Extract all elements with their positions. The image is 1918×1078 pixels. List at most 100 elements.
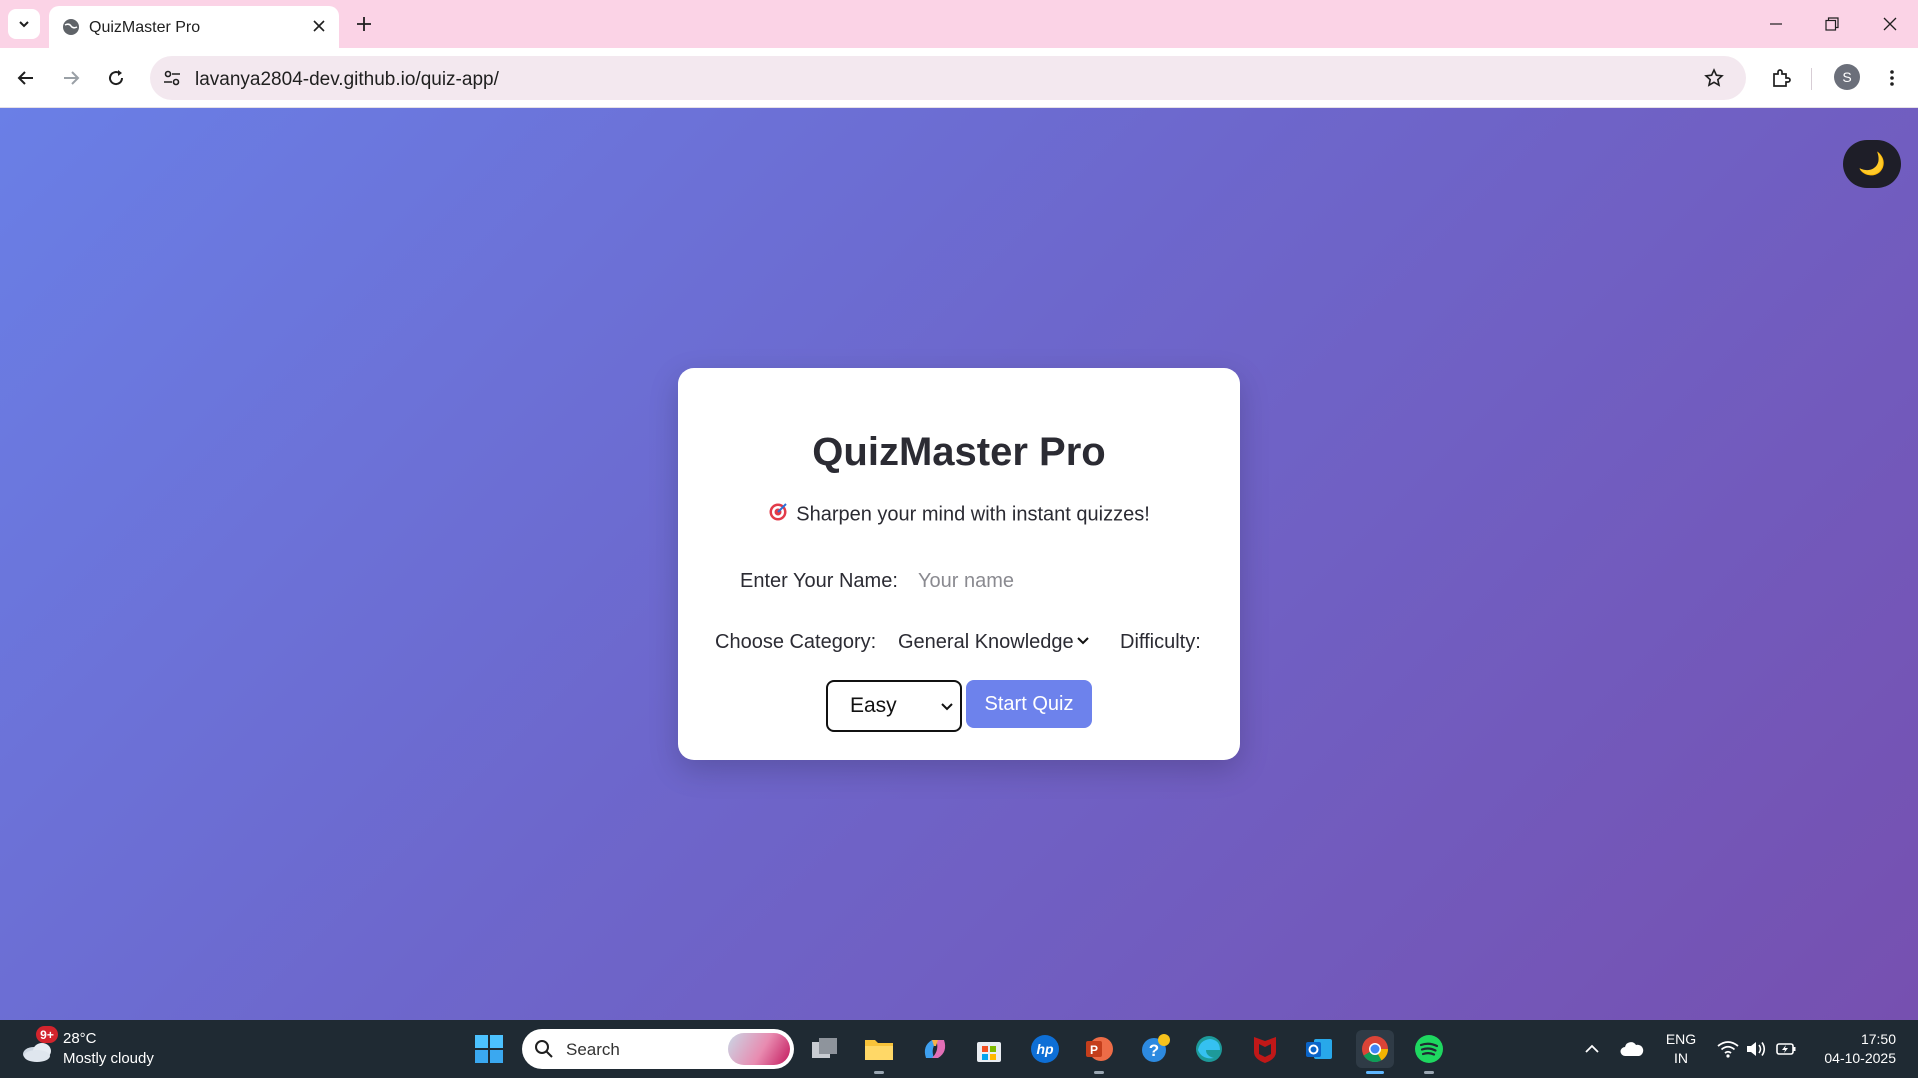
wifi-icon <box>1717 1041 1739 1058</box>
speaker-icon <box>1747 1042 1766 1056</box>
quiz-page: 🌙 QuizMaster Pro Sharpen your mind with … <box>0 108 1918 1020</box>
difficulty-select[interactable]: Easy <box>826 680 962 732</box>
browser-menu-button[interactable] <box>1876 62 1908 94</box>
region-code: IN <box>1674 1050 1688 1066</box>
arrow-right-icon <box>64 71 80 85</box>
onedrive-button[interactable] <box>1620 1037 1644 1061</box>
category-select[interactable]: General Knowledge <box>898 620 1098 664</box>
start-quiz-button[interactable]: Start Quiz <box>966 680 1092 728</box>
quiz-setup-card: QuizMaster Pro Sharpen your mind with in… <box>678 368 1240 760</box>
weather-alert-badge: 9+ <box>36 1026 58 1043</box>
chrome-icon <box>1362 1036 1389 1063</box>
tagline-text: Sharpen your mind with instant quizzes! <box>796 503 1150 526</box>
forward-button[interactable] <box>55 62 87 94</box>
hp-app-button[interactable]: hp <box>1026 1030 1064 1068</box>
plus-icon <box>357 17 371 31</box>
category-label: Choose Category: <box>715 631 877 653</box>
spotify-icon <box>1415 1035 1443 1063</box>
start-button[interactable] <box>470 1030 508 1068</box>
edge-icon <box>1196 1036 1222 1062</box>
name-label: Enter Your Name: <box>740 570 898 592</box>
store-icon <box>977 1042 1001 1062</box>
weather-temperature: 28°C <box>63 1030 97 1047</box>
clock-time: 17:50 <box>1860 1031 1896 1047</box>
browser-toolbar: lavanya2804-dev.github.io/quiz-app/ S <box>0 48 1918 108</box>
target-icon <box>768 502 788 528</box>
mcafee-shield-icon <box>1254 1037 1276 1063</box>
folder-icon <box>865 1040 893 1060</box>
system-clock[interactable]: 17:50 04-10-2025 <box>1810 1030 1896 1068</box>
globe-icon <box>61 17 81 42</box>
copilot-button[interactable] <box>916 1030 954 1068</box>
copilot-icon <box>924 1040 946 1058</box>
tab-search-button[interactable] <box>8 9 40 39</box>
show-hidden-icons-button[interactable] <box>1580 1037 1604 1061</box>
site-info-icon[interactable] <box>160 66 184 90</box>
chevron-down-icon <box>941 703 953 711</box>
running-indicator <box>1094 1071 1104 1074</box>
search-highlight-image <box>728 1033 790 1065</box>
language-indicator[interactable]: ENG IN <box>1663 1030 1699 1068</box>
volume-button[interactable] <box>1744 1037 1768 1061</box>
profile-avatar[interactable]: S <box>1834 64 1860 90</box>
active-indicator <box>1366 1071 1384 1074</box>
spotify-button[interactable] <box>1410 1030 1448 1074</box>
edge-button[interactable] <box>1190 1030 1228 1068</box>
mcafee-button[interactable] <box>1246 1030 1284 1068</box>
puzzle-icon <box>1773 69 1791 87</box>
wifi-button[interactable] <box>1716 1037 1740 1061</box>
reload-icon <box>109 70 124 86</box>
minimize-button[interactable] <box>1764 12 1788 36</box>
taskbar-search[interactable]: Search <box>522 1029 794 1069</box>
weather-description: Mostly cloudy <box>63 1050 154 1067</box>
hp-logo-icon: hp <box>1031 1035 1059 1063</box>
tab-title: QuizMaster Pro <box>89 19 201 36</box>
arrow-left-icon <box>17 71 33 85</box>
back-button[interactable] <box>10 62 42 94</box>
chevron-down-icon <box>1077 637 1089 645</box>
cloud-icon <box>1620 1042 1644 1056</box>
restore-button[interactable] <box>1820 12 1844 36</box>
clock-date: 04-10-2025 <box>1824 1050 1896 1066</box>
url-text[interactable]: lavanya2804-dev.github.io/quiz-app/ <box>195 69 499 91</box>
minimize-icon <box>1770 23 1782 25</box>
svg-text:?: ? <box>1149 1041 1159 1060</box>
powerpoint-icon: P <box>1086 1037 1113 1061</box>
search-label: Search <box>566 1040 620 1059</box>
microsoft-store-button[interactable] <box>970 1030 1008 1068</box>
task-view-icon <box>812 1038 837 1058</box>
more-vertical-icon <box>1890 70 1894 86</box>
close-icon <box>1883 17 1897 31</box>
tagline: Sharpen your mind with instant quizzes! <box>678 502 1240 528</box>
help-icon: ? <box>1142 1034 1170 1062</box>
battery-button[interactable] <box>1774 1037 1798 1061</box>
theme-toggle-button[interactable]: 🌙 <box>1843 140 1901 188</box>
new-tab-button[interactable] <box>352 12 376 36</box>
browser-tab[interactable]: QuizMaster Pro <box>49 6 339 48</box>
difficulty-label: Difficulty: <box>1120 631 1201 653</box>
difficulty-selected-value: Easy <box>850 694 897 717</box>
chevron-down-icon <box>19 21 29 28</box>
reload-button[interactable] <box>100 62 132 94</box>
close-window-button[interactable] <box>1878 12 1902 36</box>
chrome-button[interactable] <box>1356 1030 1394 1074</box>
browser-tab-strip: QuizMaster Pro <box>0 0 1918 48</box>
bookmark-star-icon[interactable] <box>1702 66 1726 90</box>
restore-icon <box>1825 17 1839 31</box>
svg-text:hp: hp <box>1036 1041 1054 1057</box>
name-input[interactable] <box>910 558 1170 604</box>
svg-text:P: P <box>1090 1043 1098 1057</box>
windows-taskbar: 9+ 28°C Mostly cloudy Search hp P ? ENG … <box>0 1020 1918 1078</box>
extensions-button[interactable] <box>1765 62 1797 94</box>
outlook-icon <box>1306 1039 1332 1059</box>
get-help-button[interactable]: ? <box>1136 1030 1174 1068</box>
search-icon <box>535 1040 553 1058</box>
powerpoint-button[interactable]: P <box>1080 1030 1118 1074</box>
outlook-button[interactable] <box>1300 1030 1338 1068</box>
close-icon[interactable] <box>309 16 329 36</box>
windows-logo-icon <box>475 1035 503 1063</box>
file-explorer-button[interactable] <box>860 1030 898 1074</box>
toolbar-divider <box>1811 68 1812 90</box>
task-view-button[interactable] <box>806 1030 844 1068</box>
address-bar[interactable]: lavanya2804-dev.github.io/quiz-app/ <box>150 56 1746 100</box>
